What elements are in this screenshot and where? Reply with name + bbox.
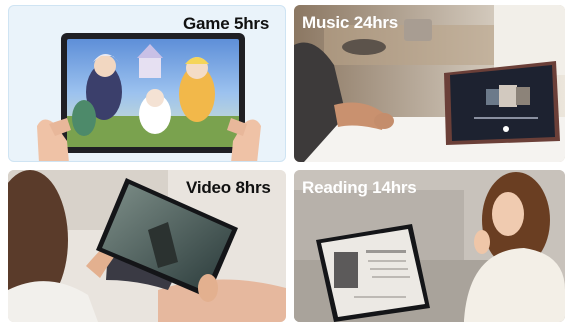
caption-video: Video 8hrs bbox=[186, 178, 271, 197]
tile-game: Game 5hrs bbox=[8, 5, 286, 162]
tile-music: Music 24hrs bbox=[294, 5, 565, 162]
tile-video: Video 8hrs bbox=[8, 170, 286, 322]
caption-game: Game 5hrs bbox=[183, 14, 270, 33]
tile-reading: Reading 14hrs bbox=[294, 170, 565, 322]
caption-music: Music 24hrs bbox=[302, 13, 399, 32]
caption-reading: Reading 14hrs bbox=[302, 178, 417, 197]
